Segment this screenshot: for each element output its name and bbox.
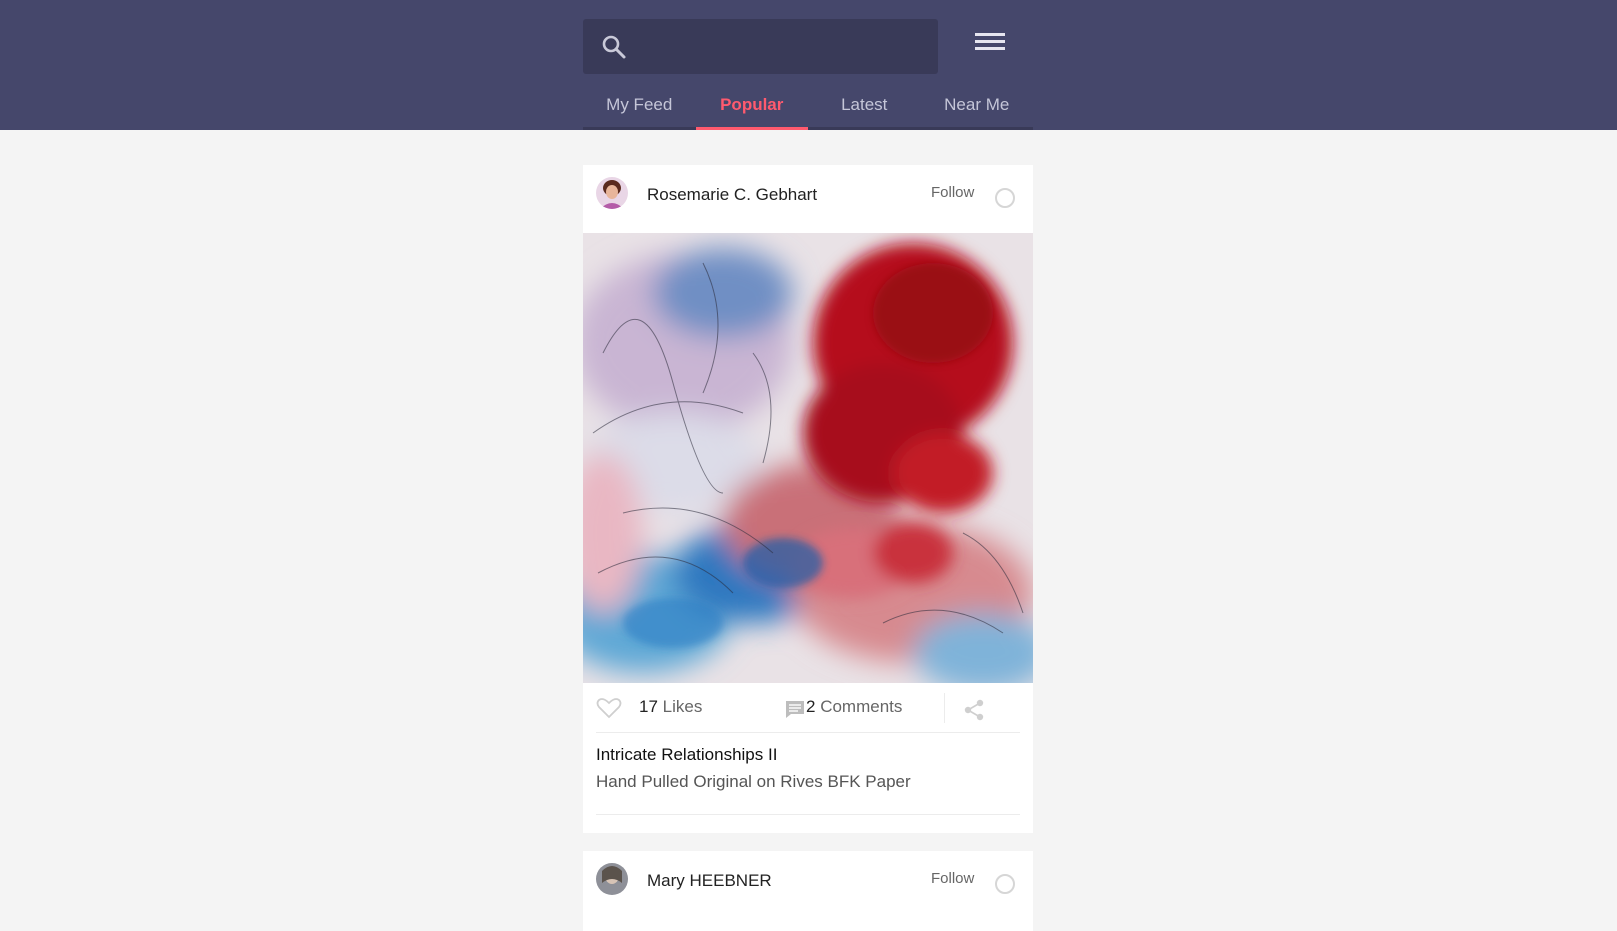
search-bar[interactable] — [583, 19, 938, 74]
post-author-row: Rosemarie C. Gebhart Follow — [583, 165, 1033, 233]
share-icon[interactable] — [963, 699, 985, 721]
divider — [596, 814, 1020, 815]
follow-button[interactable]: Follow — [931, 184, 974, 201]
avatar[interactable] — [596, 863, 628, 895]
follow-toggle[interactable] — [995, 874, 1015, 894]
comment-icon[interactable] — [785, 700, 805, 719]
post-author-row: Mary HEEBNER Follow — [583, 851, 1033, 919]
follow-button[interactable]: Follow — [931, 870, 974, 887]
post-stats-bar: 17 Likes 2 Comments — [596, 683, 1020, 733]
tab-popular[interactable]: Popular — [695, 86, 809, 130]
post-card: Rosemarie C. Gebhart Follow 17 Likes 2 C… — [583, 165, 1033, 833]
top-header: My Feed Popular Latest Near Me — [0, 0, 1617, 130]
hamburger-menu-icon[interactable] — [975, 33, 1005, 55]
feed-tabs: My Feed Popular Latest Near Me — [583, 86, 1033, 130]
comments-count[interactable]: 2 Comments — [806, 697, 902, 717]
author-name[interactable]: Rosemarie C. Gebhart — [647, 185, 817, 205]
author-name[interactable]: Mary HEEBNER — [647, 871, 772, 891]
divider — [944, 693, 945, 723]
follow-toggle[interactable] — [995, 188, 1015, 208]
search-input[interactable] — [638, 19, 928, 74]
post-card: Mary HEEBNER Follow — [583, 851, 1033, 931]
heart-icon[interactable] — [596, 697, 622, 719]
search-icon — [602, 35, 626, 59]
artwork-image[interactable] — [583, 233, 1033, 683]
tab-near-me[interactable]: Near Me — [921, 86, 1034, 127]
artwork-subtitle: Hand Pulled Original on Rives BFK Paper — [596, 772, 911, 791]
tab-my-feed[interactable]: My Feed — [583, 86, 696, 127]
tab-latest[interactable]: Latest — [808, 86, 921, 127]
avatar[interactable] — [596, 177, 628, 209]
artwork-title[interactable]: Intricate Relationships II — [596, 745, 777, 765]
likes-count[interactable]: 17 Likes — [639, 697, 702, 717]
